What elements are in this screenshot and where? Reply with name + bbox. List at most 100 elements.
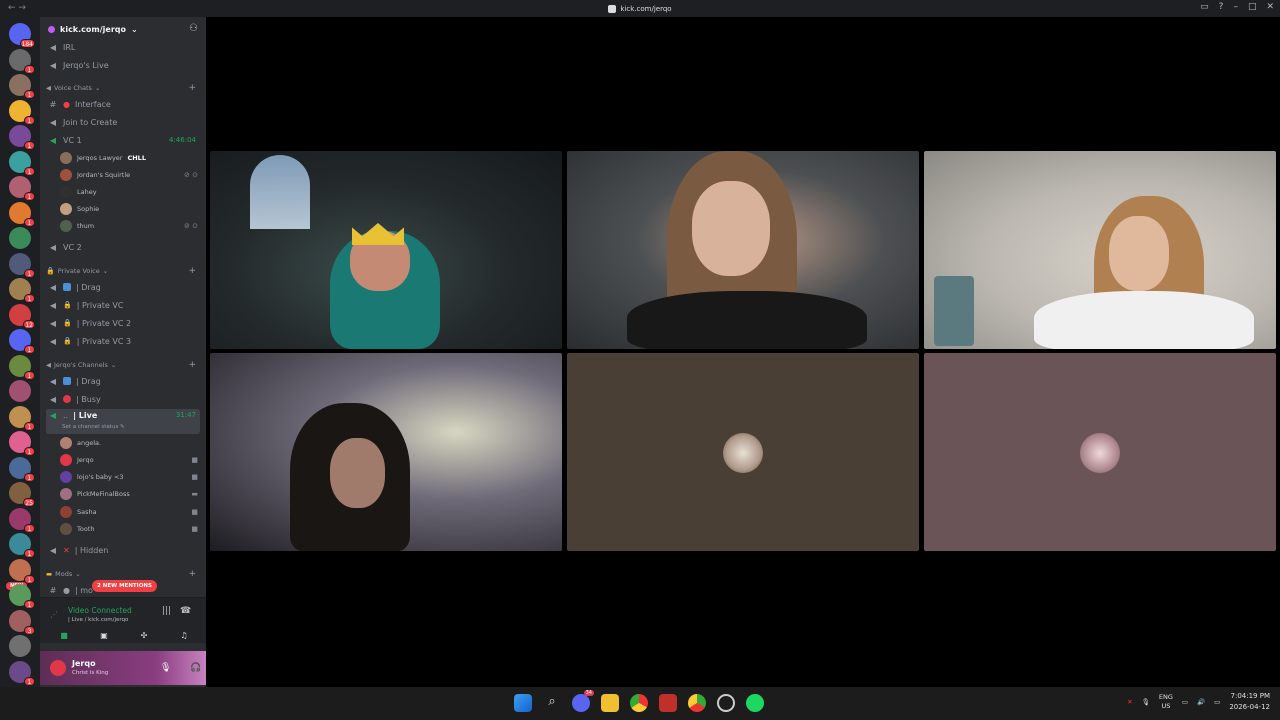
- search-icon[interactable]: ⌕: [543, 694, 561, 712]
- volume-icon[interactable]: 🔊: [1197, 698, 1205, 706]
- channel-jerqos-live[interactable]: ◀ Jerqo's Live: [46, 57, 200, 73]
- category-voice-chats[interactable]: ◀ Voice Chats ⌄ +: [46, 82, 200, 94]
- server-icon[interactable]: 1: [9, 660, 35, 686]
- plus-icon[interactable]: +: [188, 360, 200, 370]
- network-icon[interactable]: ▭: [1182, 698, 1188, 706]
- voice-user[interactable]: Jordan's Squirtle ⊘ ⊙: [60, 166, 200, 183]
- video-tile-5[interactable]: [567, 353, 919, 551]
- chrome-alt-icon[interactable]: [688, 694, 706, 712]
- obs-icon[interactable]: [717, 694, 735, 712]
- channel-vc2[interactable]: ◀ VC 2: [46, 239, 200, 255]
- camera-button[interactable]: ■: [46, 631, 82, 643]
- voice-user[interactable]: thum ⊘ ⊙: [60, 217, 200, 234]
- help-icon[interactable]: ?: [1219, 2, 1224, 12]
- plus-icon[interactable]: +: [188, 569, 200, 579]
- activities-button[interactable]: ✣: [126, 631, 162, 643]
- server-icon[interactable]: 1: [9, 176, 35, 201]
- server-icon[interactable]: 1: [9, 99, 35, 125]
- server-icon[interactable]: 1: [9, 201, 35, 227]
- video-tile-3[interactable]: [924, 151, 1276, 349]
- server-icon[interactable]: [9, 380, 31, 402]
- voicemeeter-icon[interactable]: [659, 694, 677, 712]
- server-icon[interactable]: 1: [9, 329, 35, 354]
- noise-suppression-icon[interactable]: |||: [162, 606, 171, 616]
- server-icon[interactable]: 1: [9, 252, 35, 278]
- server-icon[interactable]: 1: [9, 558, 35, 584]
- server-icon[interactable]: 1: [9, 150, 35, 176]
- channel-vc1[interactable]: ◀ VC 1 4:46:04: [46, 132, 200, 148]
- voice-user[interactable]: angela.: [60, 434, 200, 451]
- screen-share-button[interactable]: ▣: [86, 631, 122, 643]
- microphone-icon[interactable]: 🎙: [1142, 698, 1150, 706]
- server-icon[interactable]: 25: [9, 482, 35, 507]
- headphones-icon[interactable]: 🎧: [190, 663, 201, 673]
- chrome-icon[interactable]: [630, 694, 648, 712]
- channel-drag[interactable]: ◀ | Drag: [46, 279, 200, 295]
- app-tray-icon[interactable]: ✕: [1127, 698, 1132, 706]
- server-icon[interactable]: 1: [9, 74, 35, 99]
- server-icon[interactable]: 1: [9, 456, 35, 482]
- plus-icon[interactable]: +: [188, 266, 200, 276]
- category-jerqos-channels[interactable]: ◀ Jerqo's Channels ⌄ +: [46, 359, 200, 371]
- channel-interface[interactable]: # ● Interface: [46, 96, 200, 112]
- server-icon[interactable]: 184: [9, 23, 35, 48]
- add-user-icon[interactable]: ⚇: [189, 23, 198, 34]
- server-icon[interactable]: 1: [9, 354, 35, 380]
- channel-private-vc2[interactable]: ◀ 🔒 | Private VC 2: [46, 315, 200, 331]
- server-icon[interactable]: 1: [9, 278, 35, 303]
- video-tile-6[interactable]: [924, 353, 1276, 551]
- windows-start-icon[interactable]: [514, 694, 532, 712]
- maximize-icon[interactable]: □: [1248, 2, 1257, 12]
- server-icon[interactable]: [9, 635, 31, 657]
- video-tile-2[interactable]: [567, 151, 919, 349]
- disconnect-icon[interactable]: ☎: [180, 606, 191, 616]
- battery-icon[interactable]: ▭: [1214, 698, 1220, 706]
- channel-drag2[interactable]: ◀ | Drag: [46, 373, 200, 389]
- plus-icon[interactable]: +: [188, 83, 200, 93]
- server-icon[interactable]: [9, 227, 31, 249]
- voice-user[interactable]: Jerqo ■: [60, 451, 200, 468]
- server-icon[interactable]: 1: [9, 584, 35, 609]
- language-indicator[interactable]: ENG US: [1159, 693, 1173, 711]
- spotify-icon[interactable]: [746, 694, 764, 712]
- channel-status[interactable]: Set a channel status ✎: [62, 424, 125, 430]
- folder-icon[interactable]: [601, 694, 619, 712]
- video-tile-1[interactable]: [210, 151, 562, 349]
- clock[interactable]: 7:04:19 PM 2026-04-12: [1229, 691, 1270, 713]
- minimize-icon[interactable]: –: [1233, 2, 1238, 12]
- channel-hidden[interactable]: ◀ ✕ | Hidden: [46, 542, 200, 558]
- server-icon[interactable]: 1: [9, 431, 35, 456]
- voice-user[interactable]: Sophie: [60, 200, 200, 217]
- voice-user[interactable]: lojo's baby <3 ■: [60, 469, 200, 486]
- server-icon[interactable]: 1: [9, 405, 35, 431]
- voice-user[interactable]: Jerqos Lawyer CHLL: [60, 149, 200, 166]
- voice-channel-path[interactable]: | Live / kick.com/jerqo: [68, 617, 128, 623]
- avatar[interactable]: [50, 660, 66, 676]
- server-icon[interactable]: 1: [9, 507, 35, 533]
- close-icon[interactable]: ✕: [1266, 2, 1274, 12]
- channel-private-vc[interactable]: ◀ 🔒 | Private VC: [46, 297, 200, 313]
- channel-busy[interactable]: ◀ | Busy: [46, 391, 200, 407]
- channel-private-vc3[interactable]: ◀ 🔒 | Private VC 3: [46, 333, 200, 349]
- server-icon[interactable]: 1: [9, 125, 35, 150]
- discord-icon[interactable]: 34: [572, 690, 594, 712]
- microphone-icon[interactable]: 🎙: [160, 663, 171, 673]
- server-icon[interactable]: 12: [9, 303, 35, 329]
- channel-join-to-create[interactable]: ◀ Join to Create: [46, 114, 200, 130]
- category-private-voice[interactable]: 🔒 Private Voice ⌄ +: [46, 265, 200, 277]
- voice-user[interactable]: Tooth ■: [60, 521, 200, 538]
- back-arrow-icon[interactable]: ← →: [8, 3, 26, 13]
- channel-irl[interactable]: ◀ IRL: [46, 39, 200, 55]
- voice-user[interactable]: Sasha ■: [60, 503, 200, 520]
- server-icon[interactable]: 1: [9, 48, 35, 74]
- voice-user[interactable]: Lahey: [60, 183, 200, 200]
- channel-live[interactable]: ◀.. | Live 31:47: [46, 409, 200, 434]
- server-icon[interactable]: 3: [9, 609, 35, 635]
- server-icon[interactable]: 1: [9, 533, 35, 558]
- soundboard-button[interactable]: ♫: [166, 631, 202, 643]
- new-mentions-pill[interactable]: 2 NEW MENTIONS: [92, 580, 157, 592]
- inbox-icon[interactable]: ▭: [1200, 2, 1209, 12]
- voice-user[interactable]: PickMeFinalBoss ▬: [60, 486, 200, 503]
- video-tile-4[interactable]: [210, 353, 562, 551]
- category-mods[interactable]: ▬ Mods ⌄ +: [46, 568, 200, 580]
